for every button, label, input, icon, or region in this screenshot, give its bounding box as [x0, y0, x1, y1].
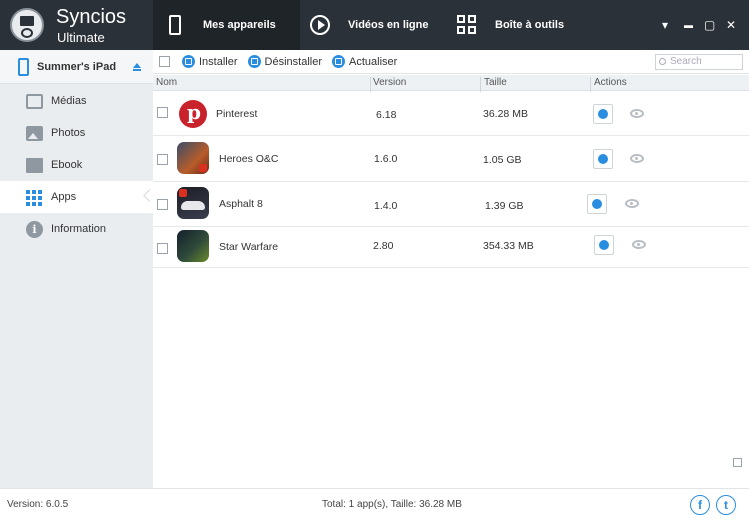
sidebar-item-information[interactable]: i Information — [0, 213, 153, 245]
app-name: Heroes O&C — [219, 153, 279, 165]
app-header: Syncios Ultimate Mes appareils Vidéos en… — [0, 0, 749, 50]
tab-videos-en-ligne[interactable]: Vidéos en ligne — [310, 0, 450, 50]
refresh-button[interactable]: Actualiser — [332, 55, 397, 68]
row-checkbox[interactable] — [157, 107, 168, 118]
tab-label: Mes appareils — [203, 19, 276, 31]
toolbar: Installer Désinstaller Actualiser Search — [153, 50, 749, 74]
app-size: 354.33 MB — [483, 240, 534, 252]
refresh-icon — [332, 55, 345, 68]
book-icon — [26, 157, 43, 173]
uninstall-button[interactable]: Désinstaller — [247, 55, 322, 68]
sidebar-item-apps[interactable]: Apps — [0, 181, 153, 213]
app-version: 1.4.0 — [374, 200, 398, 212]
delete-app-icon[interactable] — [594, 235, 614, 255]
twitter-icon[interactable]: t — [716, 495, 736, 515]
info-icon: i — [26, 220, 43, 238]
pinterest-icon — [177, 98, 209, 130]
install-icon — [182, 55, 195, 68]
apps-icon — [26, 189, 43, 206]
col-header-name[interactable]: Nom — [156, 77, 177, 88]
view-icon[interactable] — [625, 199, 639, 208]
sidebar-item-label: Ebook — [51, 159, 83, 171]
ipad-icon — [18, 57, 29, 76]
table-row[interactable]: Star Warfare 2.80 354.33 MB — [153, 228, 749, 268]
sidebar-item-photos[interactable]: Photos — [0, 117, 153, 149]
app-size: 1.39 GB — [485, 200, 524, 212]
app-name: Asphalt 8 — [219, 198, 263, 210]
version-label: Version: 6.0.5 — [7, 499, 69, 510]
grid-icon — [457, 15, 477, 35]
app-version: 2.80 — [373, 240, 394, 252]
table-row[interactable]: Pinterest 6.18 36.28 MB — [153, 92, 749, 136]
app-size: 1.05 GB — [483, 154, 522, 166]
tv-icon — [26, 93, 43, 109]
device-name: Summer's iPad — [37, 60, 117, 73]
tab-mes-appareils[interactable]: Mes appareils — [153, 0, 300, 50]
app-edition: Ultimate — [57, 30, 105, 45]
row-checkbox[interactable] — [157, 243, 168, 254]
select-all-checkbox[interactable] — [159, 56, 170, 67]
view-icon[interactable] — [632, 240, 646, 249]
facebook-icon[interactable]: f — [690, 495, 710, 515]
eject-icon[interactable] — [133, 63, 141, 71]
photo-icon — [26, 125, 43, 141]
delete-app-icon[interactable] — [593, 104, 613, 124]
install-label: Installer — [199, 55, 238, 68]
search-input[interactable]: Search — [655, 54, 743, 70]
delete-app-icon[interactable] — [587, 194, 607, 214]
sidebar-item-label: Médias — [51, 95, 87, 107]
play-icon — [310, 15, 330, 35]
col-header-version[interactable]: Version — [373, 77, 406, 88]
trash-icon — [247, 55, 261, 68]
tab-label: Vidéos en ligne — [348, 19, 429, 31]
search-placeholder: Search — [670, 56, 702, 67]
table-row[interactable]: Heroes O&C 1.6.0 1.05 GB — [153, 137, 749, 182]
sidebar-item-label: Information — [51, 223, 107, 235]
app-version: 1.6.0 — [374, 153, 398, 165]
col-header-actions: Actions — [594, 77, 627, 88]
sidebar: Summer's iPad Médias Photos Ebook Apps i… — [0, 50, 153, 488]
app-size: 36.28 MB — [483, 108, 528, 120]
sidebar-item-label: Apps — [51, 191, 77, 203]
tab-label: Boîte à outils — [495, 19, 565, 31]
row-checkbox[interactable] — [157, 154, 168, 165]
device-selector[interactable]: Summer's iPad — [0, 50, 153, 84]
refresh-label: Actualiser — [349, 55, 398, 68]
row-checkbox[interactable] — [157, 199, 168, 210]
sidebar-item-medias[interactable]: Médias — [0, 85, 153, 117]
view-icon[interactable] — [630, 154, 644, 163]
install-button[interactable]: Installer — [182, 55, 238, 68]
heroes-icon — [177, 142, 209, 174]
phone-icon — [165, 15, 185, 35]
app-name: Pinterest — [216, 108, 258, 120]
menu-dropdown-icon[interactable]: ▾ — [662, 18, 668, 32]
star-warfare-icon — [177, 230, 209, 262]
uninstall-label: Désinstaller — [264, 55, 322, 68]
app-name: Star Warfare — [219, 241, 279, 253]
app-name: Syncios — [56, 6, 127, 28]
asphalt-icon — [177, 187, 209, 219]
search-icon — [659, 58, 666, 65]
table-header: Nom Version Taille Actions — [153, 75, 749, 93]
tab-boite-a-outils[interactable]: Boîte à outils — [457, 0, 597, 50]
maximize-icon[interactable]: ▢ — [704, 18, 715, 32]
view-icon[interactable] — [630, 109, 644, 118]
app-version: 6.18 — [376, 109, 397, 121]
status-bar: Version: 6.0.5 Total: 1 app(s), Taille: … — [0, 488, 749, 521]
syncios-logo-icon — [10, 8, 44, 42]
sidebar-item-ebook[interactable]: Ebook — [0, 149, 153, 181]
delete-app-icon[interactable] — [593, 149, 613, 169]
sidebar-item-label: Photos — [51, 127, 86, 139]
table-row[interactable]: Asphalt 8 1.4.0 1.39 GB — [153, 183, 749, 227]
total-summary: Total: 1 app(s), Taille: 36.28 MB — [322, 499, 462, 510]
close-icon[interactable]: ✕ — [726, 18, 736, 32]
minimize-icon[interactable]: ▬ — [684, 20, 693, 30]
col-header-size[interactable]: Taille — [484, 77, 507, 88]
row-checkbox[interactable] — [733, 458, 742, 467]
